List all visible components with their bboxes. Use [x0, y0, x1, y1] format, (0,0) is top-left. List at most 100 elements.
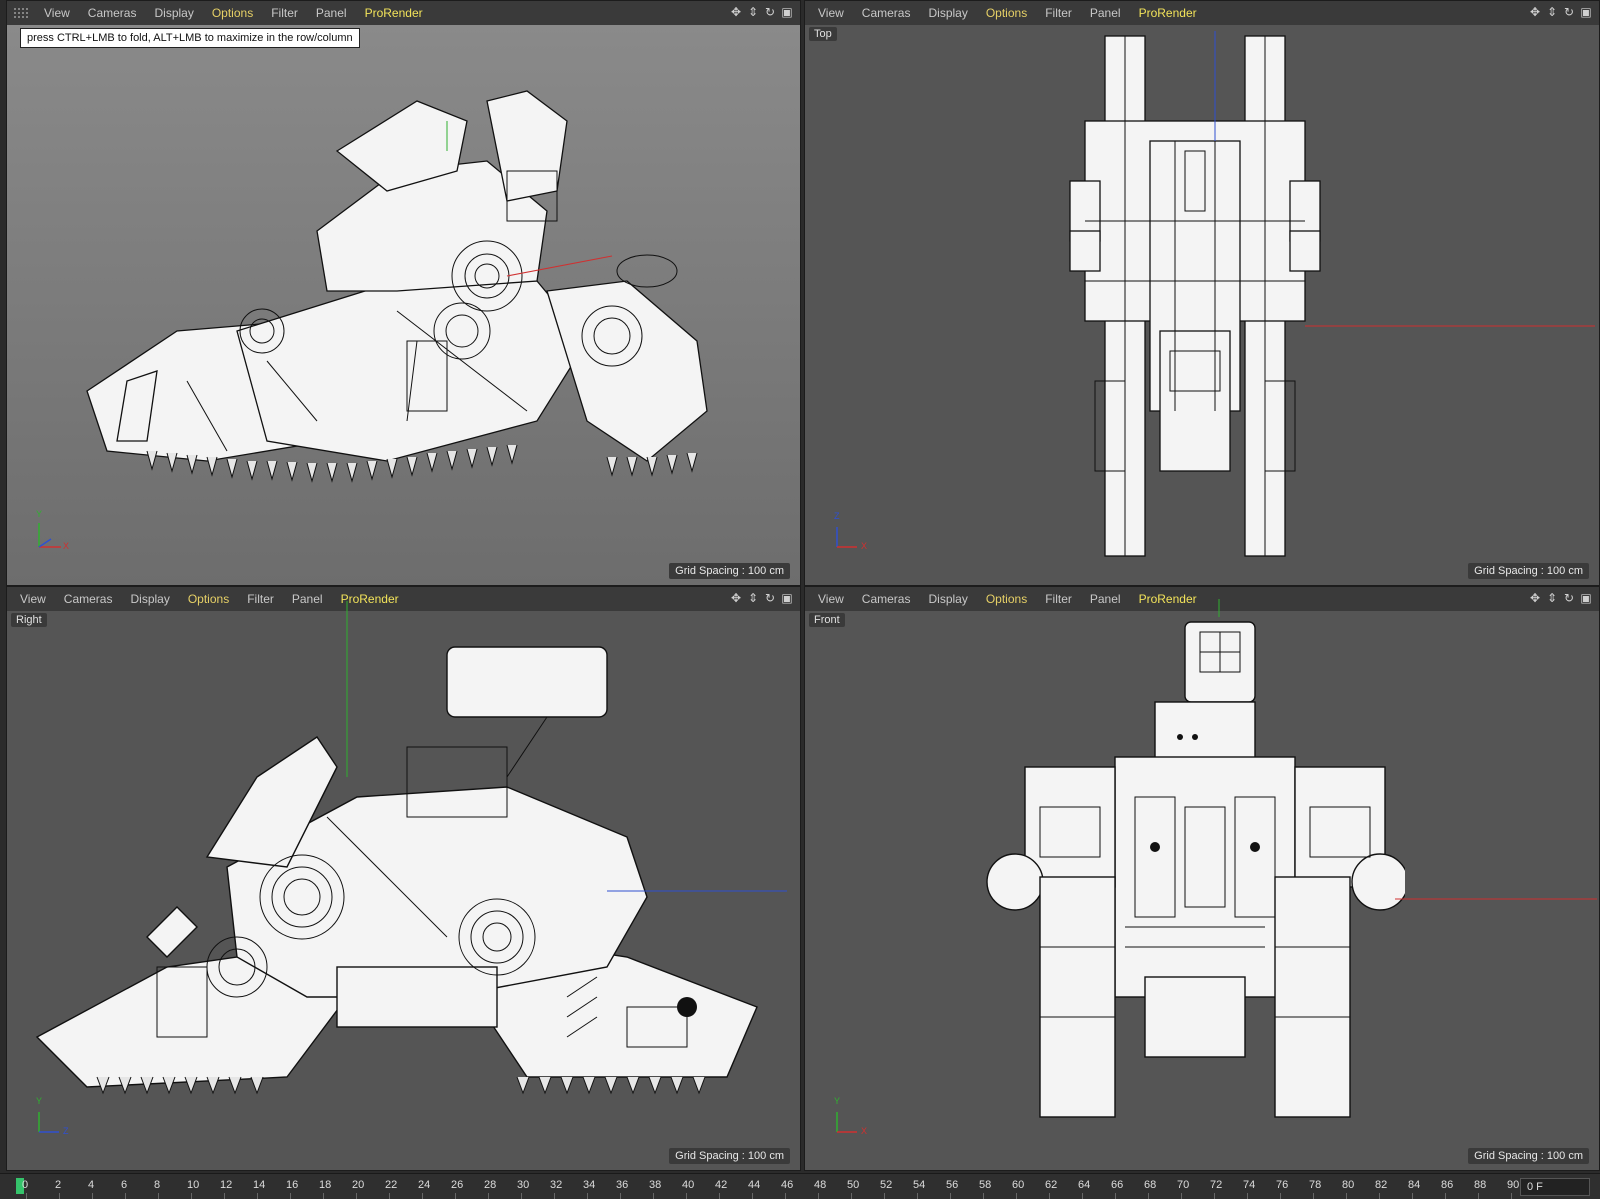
menu-panel[interactable]: Panel: [1081, 592, 1130, 606]
timeline-tick-label: 76: [1276, 1179, 1289, 1191]
timeline-tick-label: 6: [121, 1179, 128, 1191]
menu-view[interactable]: View: [35, 6, 79, 20]
menu-prorender[interactable]: ProRender: [332, 592, 408, 606]
timeline-tick-mark: [290, 1193, 291, 1199]
viewport-perspective[interactable]: View Cameras Display Options Filter Pane…: [6, 0, 801, 586]
timeline-tick-label: 4: [88, 1179, 95, 1191]
menu-view[interactable]: View: [809, 6, 853, 20]
timeline-tick-label: 40: [682, 1179, 695, 1191]
timeline-tick-mark: [224, 1193, 225, 1199]
timeline-tick-mark: [1247, 1193, 1248, 1199]
menu-options[interactable]: Options: [203, 6, 262, 20]
menu-prorender[interactable]: ProRender: [356, 6, 432, 20]
menu-display[interactable]: Display: [919, 592, 976, 606]
menu-prorender[interactable]: ProRender: [1130, 592, 1206, 606]
timeline-tick-mark: [1346, 1193, 1347, 1199]
menu-display[interactable]: Display: [919, 6, 976, 20]
menu-cameras[interactable]: Cameras: [55, 592, 122, 606]
robot-model-top[interactable]: [1065, 31, 1325, 561]
menu-view[interactable]: View: [809, 592, 853, 606]
timeline-tick-label: 34: [583, 1179, 596, 1191]
grid-spacing-label: Grid Spacing : 100 cm: [1468, 563, 1589, 579]
viewport-right[interactable]: View Cameras Display Options Filter Pane…: [6, 586, 801, 1171]
timeline-tick-mark: [653, 1193, 654, 1199]
rotate-view-icon[interactable]: ↻: [1562, 5, 1576, 19]
timeline-tick-mark: [1181, 1193, 1182, 1199]
timeline-tick-label: 48: [814, 1179, 827, 1191]
timeline-tick-mark: [323, 1193, 324, 1199]
robot-model-front[interactable]: [985, 617, 1405, 1127]
timeline-tick-mark: [1379, 1193, 1380, 1199]
timeline-tick-label: 58: [979, 1179, 992, 1191]
timeline-tick-label: 54: [913, 1179, 926, 1191]
zoom-view-icon[interactable]: ⇕: [746, 591, 760, 605]
menu-display[interactable]: Display: [121, 592, 178, 606]
menu-panel[interactable]: Panel: [307, 6, 356, 20]
view-label: Right: [11, 613, 47, 627]
menu-view[interactable]: View: [11, 592, 55, 606]
menu-filter[interactable]: Filter: [238, 592, 283, 606]
timeline-tick-mark: [455, 1193, 456, 1199]
timeline-tick-mark: [851, 1193, 852, 1199]
menu-options[interactable]: Options: [179, 592, 238, 606]
timeline-tick-mark: [422, 1193, 423, 1199]
zoom-view-icon[interactable]: ⇕: [1545, 5, 1559, 19]
timeline-tick-mark: [1445, 1193, 1446, 1199]
rotate-view-icon[interactable]: ↻: [1562, 591, 1576, 605]
timeline-tick-mark: [1016, 1193, 1017, 1199]
maximize-view-icon[interactable]: ▣: [1579, 591, 1593, 605]
menu-filter[interactable]: Filter: [262, 6, 307, 20]
timeline-tick-mark: [719, 1193, 720, 1199]
timeline-tick-label: 68: [1144, 1179, 1157, 1191]
timeline-tick-mark: [1214, 1193, 1215, 1199]
menu-prorender[interactable]: ProRender: [1130, 6, 1206, 20]
menu-cameras[interactable]: Cameras: [79, 6, 146, 20]
menu-panel[interactable]: Panel: [283, 592, 332, 606]
zoom-view-icon[interactable]: ⇕: [1545, 591, 1559, 605]
timeline-tick-label: 66: [1111, 1179, 1124, 1191]
menu-options[interactable]: Options: [977, 6, 1036, 20]
zoom-view-icon[interactable]: ⇕: [746, 5, 760, 19]
rotate-view-icon[interactable]: ↻: [763, 591, 777, 605]
timeline[interactable]: 0 2 4 6 8 10 12 14 16 18 20 22 24 26 28 30 32 34 36 38 40 42 4…: [0, 1173, 1600, 1199]
maximize-view-icon[interactable]: ▣: [780, 591, 794, 605]
timeline-tick-label: 60: [1012, 1179, 1025, 1191]
panel-grip-icon[interactable]: [13, 7, 29, 19]
menu-cameras[interactable]: Cameras: [853, 592, 920, 606]
timeline-tick-label: 8: [154, 1179, 161, 1191]
rotate-view-icon[interactable]: ↻: [763, 5, 777, 19]
viewport-top[interactable]: View Cameras Display Options Filter Pane…: [804, 0, 1600, 586]
maximize-view-icon[interactable]: ▣: [1579, 5, 1593, 19]
timeline-tick-label: 56: [946, 1179, 959, 1191]
axis-y-label: Y: [36, 1096, 43, 1106]
timeline-tick-mark: [950, 1193, 951, 1199]
current-frame-field[interactable]: 0 F: [1520, 1178, 1590, 1196]
timeline-tick-mark: [158, 1193, 159, 1199]
move-view-icon[interactable]: ✥: [729, 591, 743, 605]
menu-filter[interactable]: Filter: [1036, 6, 1081, 20]
move-view-icon[interactable]: ✥: [1528, 5, 1542, 19]
menu-cameras[interactable]: Cameras: [853, 6, 920, 20]
menu-filter[interactable]: Filter: [1036, 592, 1081, 606]
timeline-tick-mark: [587, 1193, 588, 1199]
menu-panel[interactable]: Panel: [1081, 6, 1130, 20]
maximize-view-icon[interactable]: ▣: [780, 5, 794, 19]
timeline-tick-label: 22: [385, 1179, 398, 1191]
move-view-icon[interactable]: ✥: [729, 5, 743, 19]
timeline-tick-label: 70: [1177, 1179, 1190, 1191]
viewport-menubar: View Cameras Display Options Filter Pane…: [7, 1, 800, 25]
menu-display[interactable]: Display: [145, 6, 202, 20]
menu-options[interactable]: Options: [977, 592, 1036, 606]
timeline-tick-label: 90: [1507, 1179, 1520, 1191]
timeline-tick-label: 80: [1342, 1179, 1355, 1191]
timeline-tick-label: 18: [319, 1179, 332, 1191]
robot-model-right[interactable]: [27, 637, 787, 1097]
viewport-menubar: View Cameras Display Options Filter Pane…: [7, 587, 800, 611]
axis-gizmo: Z X: [829, 511, 869, 555]
move-view-icon[interactable]: ✥: [1528, 591, 1542, 605]
timeline-tick-label: 2: [55, 1179, 62, 1191]
timeline-tick-label: 62: [1045, 1179, 1058, 1191]
timeline-tick-mark: [356, 1193, 357, 1199]
robot-model-perspective[interactable]: [67, 81, 727, 511]
viewport-front[interactable]: View Cameras Display Options Filter Pane…: [804, 586, 1600, 1171]
